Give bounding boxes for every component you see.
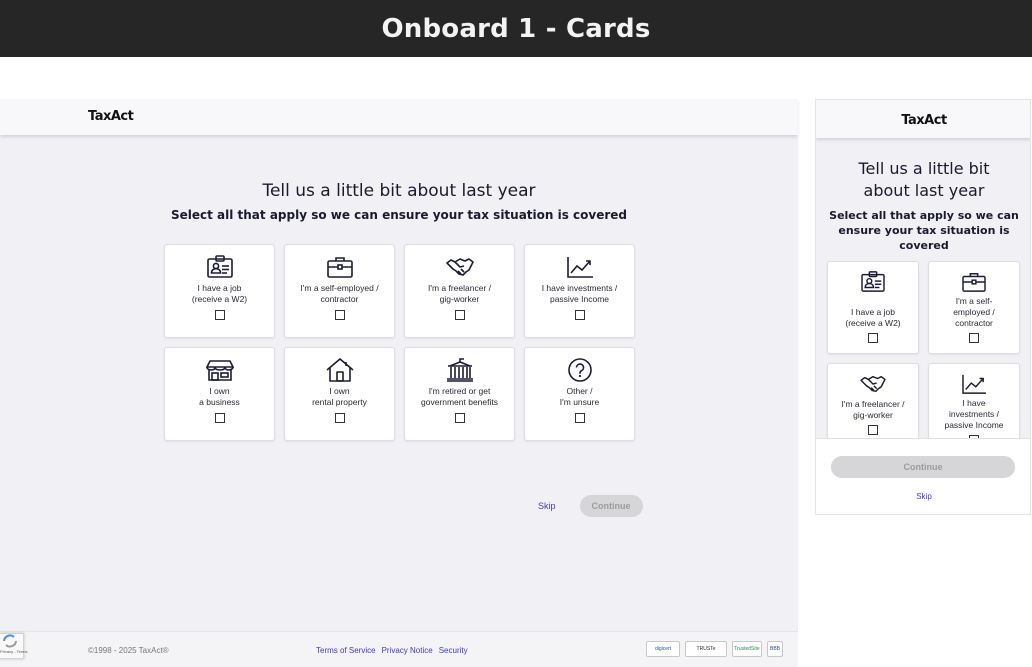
id-badge-icon [206,255,233,278]
mobile-page-subtitle: Select all that apply so we can ensure y… [829,209,1019,252]
card-retired[interactable]: I'm retired or get government benefits [404,347,515,441]
skip-link[interactable]: Skip [816,492,1030,501]
card-other[interactable]: Other / I'm unsure [524,347,635,441]
privacy-notice-link[interactable]: Privacy Notice [382,646,433,655]
card-checkbox[interactable] [969,333,979,343]
card-checkbox[interactable] [454,310,465,320]
card-label: Other / I'm unsure [559,386,600,407]
card-checkbox[interactable] [574,310,585,320]
card-self-employed[interactable]: I'm a self-employed / contractor [284,244,395,338]
card-checkbox[interactable] [454,413,465,423]
trust-badges: digicert TRUSTe TrustedSite BBB [646,641,783,657]
copyright-text: ©1998 - 2025 TaxAct® [88,646,169,655]
card-job-w2[interactable]: I have a job (receive a W2) [827,261,919,354]
skip-link[interactable]: Skip [538,501,556,511]
government-building-icon [446,358,473,382]
card-checkbox[interactable] [334,310,345,320]
mobile-page-title: Tell us a little bit about last year [816,158,1030,202]
card-label: I have a job (receive a W2) [845,307,901,328]
card-checkbox[interactable] [868,333,878,343]
card-self-employed[interactable]: I'm a self- employed / contractor [928,261,1020,354]
mobile-sticky-actions: Continue Skip [816,438,1030,514]
continue-button[interactable]: Continue [831,456,1015,478]
question-circle-icon [567,358,592,382]
card-business[interactable]: I own a business [164,347,275,441]
desktop-header: TaxAct [0,99,798,135]
footer-links: Terms of Service Privacy Notice Security [316,646,468,655]
mobile-frame: TaxAct Tell us a little bit about last y… [815,99,1031,515]
digicert-badge[interactable]: digicert [646,641,680,657]
bbb-badge[interactable]: BBB [767,641,783,657]
card-label: I'm a freelancer / gig-worker [427,283,492,304]
house-icon [325,358,354,382]
page-title: Tell us a little bit about last year [262,181,536,201]
handshake-icon [445,258,474,276]
card-checkbox[interactable] [574,413,585,423]
card-label: I have investments / passive Income [944,398,1004,430]
security-link[interactable]: Security [439,646,468,655]
mobile-card-grid: I have a job (receive a W2) I'm a self- … [827,261,1020,456]
card-label: I'm a self-employed / contractor [300,283,379,304]
card-label: I own rental property [312,386,367,407]
card-label: I'm a freelancer / gig-worker [841,399,905,420]
card-freelancer[interactable]: I'm a freelancer / gig-worker [404,244,515,338]
situation-card-grid: I have a job (receive a W2) I'm a self-e… [164,244,635,441]
page-subtitle: Select all that apply so we can ensure y… [170,208,628,222]
briefcase-icon [326,257,353,278]
terms-of-service-link[interactable]: Terms of Service [316,646,376,655]
mobile-title-line: about last year [863,181,985,200]
card-label: I have a job (receive a W2) [191,283,248,304]
trustedsite-badge[interactable]: TrustedSite [732,641,762,657]
trend-chart-icon [566,257,593,278]
card-label: I own a business [199,386,240,407]
taxact-logo[interactable]: TaxAct [88,109,134,124]
truste-badge[interactable]: TRUSTe [685,641,727,657]
recaptcha-icon [3,634,17,648]
mobile-title-line: Tell us a little bit [858,159,990,178]
handshake-icon [860,375,886,393]
taxact-logo[interactable]: TaxAct [816,113,1030,128]
desktop-footer: ©1998 - 2025 TaxAct® Terms of Service Pr… [0,631,798,667]
recaptcha-badge[interactable]: Privacy - Terms [0,633,28,659]
card-checkbox[interactable] [868,425,878,435]
card-checkbox[interactable] [214,310,225,320]
card-rental-property[interactable]: I own rental property [284,347,395,441]
briefcase-icon [962,273,986,292]
mobile-header: TaxAct [816,100,1030,138]
presentation-banner: Onboard 1 - Cards [0,0,1032,57]
card-checkbox[interactable] [214,413,225,423]
card-job-w2[interactable]: I have a job (receive a W2) [164,244,275,338]
card-checkbox[interactable] [334,413,345,423]
storefront-icon [205,360,234,381]
card-label: I'm retired or get government benefits [420,386,499,407]
id-badge-icon [861,271,885,292]
desktop-actions: Skip Continue [538,495,643,517]
trend-chart-icon [962,374,986,394]
card-label: I'm a self- employed / contractor [953,296,995,328]
desktop-frame: TaxAct Tell us a little bit about last y… [0,99,798,667]
banner-title: Onboard 1 - Cards [381,13,651,44]
recaptcha-text: Privacy - Terms [0,649,28,654]
card-investments[interactable]: I have investments / passive Income [524,244,635,338]
continue-button[interactable]: Continue [579,495,643,517]
card-label: I have investments / passive Income [541,283,618,304]
